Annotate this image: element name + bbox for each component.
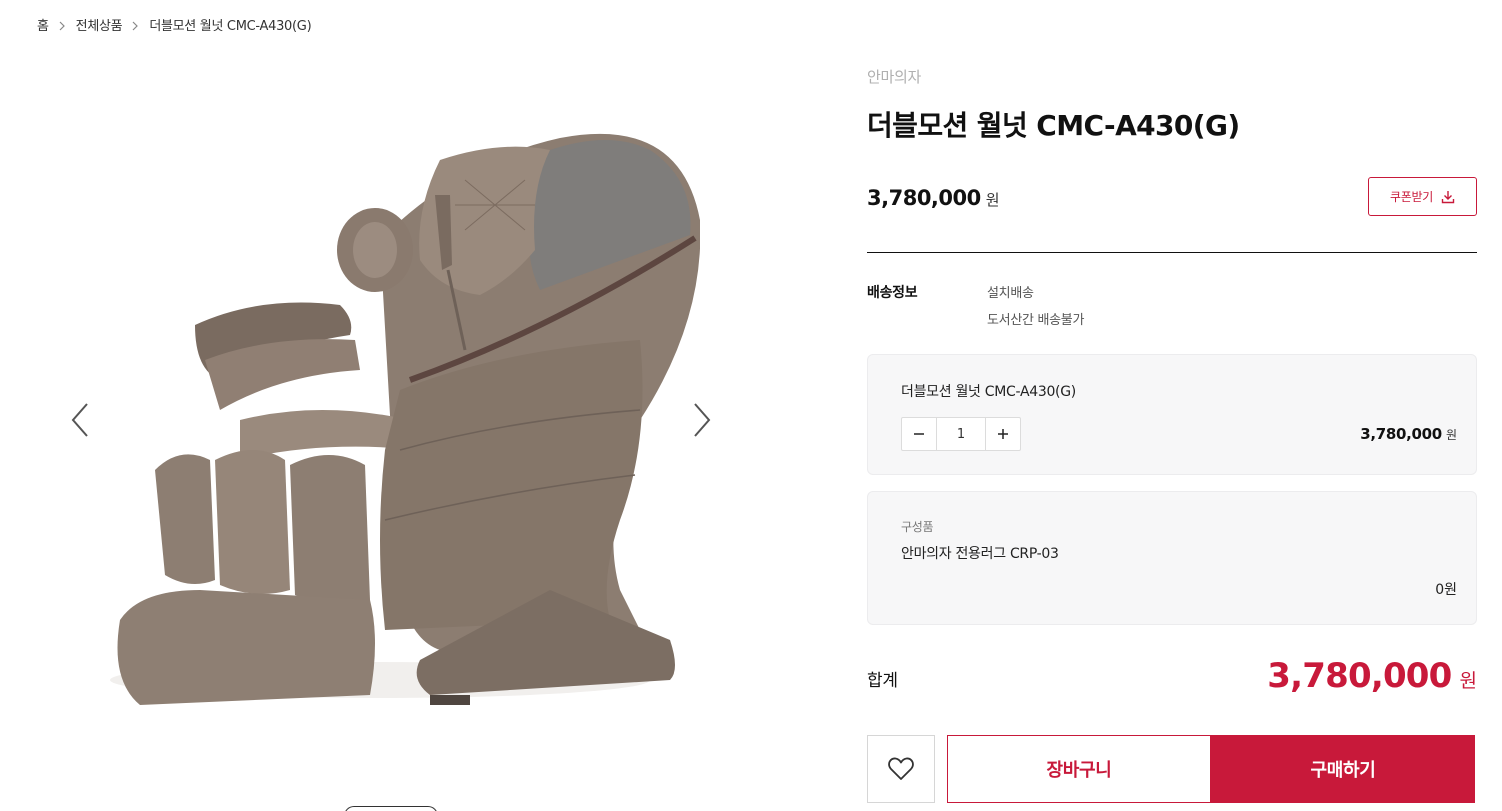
- total-price: 3,780,000 원: [1267, 656, 1477, 696]
- quantity-value[interactable]: 1: [936, 418, 986, 450]
- component-box: 구성품 안마의자 전용러그 CRP-03 0원: [867, 491, 1477, 625]
- breadcrumb: 홈 전체상품 더블모션 월넛 CMC-A430(G): [37, 15, 312, 34]
- component-name: 안마의자 전용러그 CRP-03: [901, 546, 1059, 562]
- product-price-value: 3,780,000: [867, 186, 981, 210]
- plus-icon: [998, 429, 1008, 439]
- total-price-value: 3,780,000: [1267, 656, 1452, 696]
- total-price-unit: 원: [1459, 670, 1477, 692]
- shipping-method: 설치배송: [987, 286, 1034, 301]
- selected-option-box: 더블모션 월넛 CMC-A430(G) 1 3,780,000 원: [867, 354, 1477, 475]
- product-category[interactable]: 안마의자: [867, 66, 921, 87]
- component-price: 0원: [1435, 582, 1457, 598]
- divider: [867, 252, 1477, 253]
- quantity-decrease-button[interactable]: [902, 418, 936, 450]
- product-price: 3,780,000 원: [867, 186, 1000, 210]
- gallery-next-button[interactable]: [686, 400, 718, 440]
- product-image: [110, 133, 700, 705]
- download-icon: [1441, 190, 1455, 203]
- product-gallery: [60, 90, 730, 750]
- quantity-increase-button[interactable]: [986, 418, 1020, 450]
- coupon-button[interactable]: 쿠폰받기: [1368, 177, 1477, 216]
- heart-icon: [888, 757, 914, 780]
- chevron-right-icon: [131, 21, 139, 30]
- option-price-unit: 원: [1445, 428, 1457, 442]
- component-label: 구성품: [901, 520, 934, 534]
- product-price-unit: 원: [985, 191, 1000, 209]
- shipping-restriction: 도서산간 배송불가: [987, 313, 1085, 328]
- option-price-value: 3,780,000: [1360, 425, 1442, 443]
- thumbnail-indicator[interactable]: [344, 806, 438, 811]
- chevron-right-icon: [694, 403, 711, 437]
- breadcrumb-all-products[interactable]: 전체상품: [76, 15, 123, 34]
- breadcrumb-current: 더블모션 월넛 CMC-A430(G): [149, 19, 312, 34]
- buy-now-button[interactable]: 구매하기: [1211, 735, 1475, 803]
- product-title: 더블모션 월넛 CMC-A430(G): [867, 109, 1240, 142]
- breadcrumb-home[interactable]: 홈: [37, 15, 49, 34]
- add-to-cart-button[interactable]: 장바구니: [947, 735, 1211, 803]
- coupon-button-label: 쿠폰받기: [1390, 190, 1433, 204]
- quantity-stepper: 1: [901, 417, 1021, 451]
- minus-icon: [914, 433, 924, 435]
- total-label: 합계: [867, 671, 898, 691]
- option-name: 더블모션 월넛 CMC-A430(G): [901, 384, 1076, 400]
- shipping-label: 배송정보: [867, 285, 918, 301]
- chevron-right-icon: [58, 21, 66, 30]
- option-price: 3,780,000 원: [1360, 425, 1457, 443]
- wishlist-button[interactable]: [867, 735, 935, 803]
